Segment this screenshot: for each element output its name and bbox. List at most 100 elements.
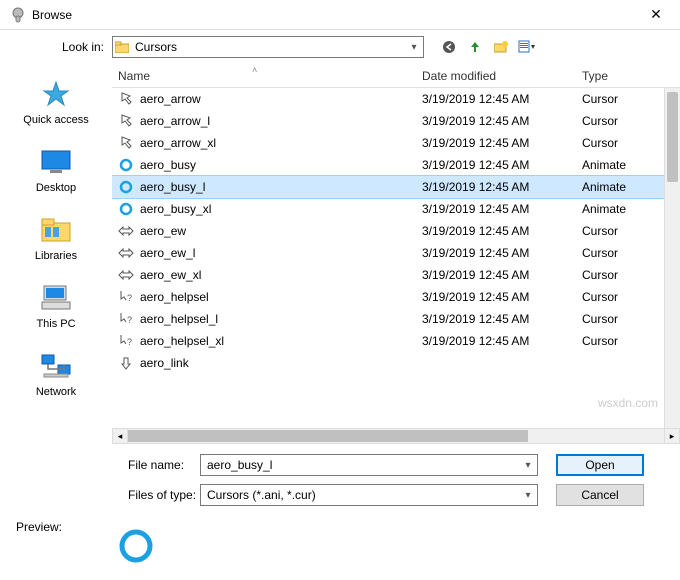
file-list: Name˄ Date modified Type aero_arrow 3/19/… bbox=[112, 64, 680, 444]
desktop-icon bbox=[38, 144, 74, 180]
file-name: aero_link bbox=[140, 356, 189, 370]
sidebar-item-this-pc[interactable]: This PC bbox=[0, 276, 112, 334]
scroll-right-arrow[interactable]: ▸ bbox=[664, 428, 680, 444]
scrollbar-thumb[interactable] bbox=[667, 92, 678, 182]
lookin-label: Look in: bbox=[0, 40, 112, 54]
lookin-value: Cursors bbox=[131, 40, 405, 54]
cursor-file-icon bbox=[118, 91, 134, 107]
vertical-scrollbar[interactable] bbox=[664, 88, 680, 428]
file-date: 3/19/2019 12:45 AM bbox=[422, 114, 582, 128]
table-row[interactable]: aero_busy3/19/2019 12:45 AMAnimate bbox=[112, 154, 680, 176]
file-name: aero_busy bbox=[140, 158, 196, 172]
file-name: aero_busy_l bbox=[140, 180, 205, 194]
watermark-text: wsxdn.com bbox=[598, 396, 658, 410]
filename-field[interactable]: aero_busy_l ▾ bbox=[200, 454, 538, 476]
new-folder-button[interactable] bbox=[490, 36, 512, 58]
cursor-file-icon bbox=[118, 201, 134, 217]
cursor-file-icon: ? bbox=[118, 311, 134, 327]
file-date: 3/19/2019 12:45 AM bbox=[422, 224, 582, 238]
file-name: aero_arrow_xl bbox=[140, 136, 216, 150]
table-row[interactable]: aero_busy_l3/19/2019 12:45 AMAnimate bbox=[112, 176, 680, 198]
sidebar-item-network[interactable]: Network bbox=[0, 344, 112, 402]
cursor-file-icon: ? bbox=[118, 289, 134, 305]
preview-image bbox=[106, 516, 166, 576]
file-type: Cursor bbox=[582, 114, 642, 128]
scroll-track[interactable] bbox=[128, 428, 664, 444]
table-row[interactable]: aero_ew_xl3/19/2019 12:45 AMCursor bbox=[112, 264, 680, 286]
libraries-icon bbox=[38, 212, 74, 248]
lookin-row: Look in: Cursors ▾ bbox=[0, 30, 680, 64]
column-date[interactable]: Date modified bbox=[422, 69, 582, 83]
back-button[interactable] bbox=[438, 36, 460, 58]
table-row[interactable]: aero_arrow3/19/2019 12:45 AMCursor bbox=[112, 88, 680, 110]
table-row[interactable]: ?aero_helpsel3/19/2019 12:45 AMCursor bbox=[112, 286, 680, 308]
sidebar-item-quick-access[interactable]: Quick access bbox=[0, 72, 112, 130]
network-icon bbox=[38, 348, 74, 384]
file-name: aero_ew bbox=[140, 224, 186, 238]
table-row[interactable]: aero_arrow_xl 3/19/2019 12:45 AMCursor bbox=[112, 132, 680, 154]
column-name[interactable]: Name˄ bbox=[112, 69, 422, 83]
close-button[interactable]: ✕ bbox=[636, 0, 676, 30]
file-name: aero_helpsel_xl bbox=[140, 334, 224, 348]
file-date: 3/19/2019 12:45 AM bbox=[422, 268, 582, 282]
file-type: Cursor bbox=[582, 312, 642, 326]
cursor-file-icon bbox=[118, 223, 134, 239]
filetype-field[interactable]: Cursors (*.ani, *.cur) ▾ bbox=[200, 484, 538, 506]
file-date: 3/19/2019 12:45 AM bbox=[422, 246, 582, 260]
cursor-file-icon: ? bbox=[118, 333, 134, 349]
window-title: Browse bbox=[32, 8, 636, 22]
table-row[interactable]: aero_ew 3/19/2019 12:45 AMCursor bbox=[112, 220, 680, 242]
scroll-left-arrow[interactable]: ◂ bbox=[112, 428, 128, 444]
up-level-button[interactable] bbox=[464, 36, 486, 58]
bottom-form: File name: aero_busy_l ▾ Open Files of t… bbox=[0, 444, 680, 510]
table-row[interactable]: aero_arrow_l 3/19/2019 12:45 AMCursor bbox=[112, 110, 680, 132]
file-date: 3/19/2019 12:45 AM bbox=[422, 202, 582, 216]
table-row[interactable]: ? aero_helpsel_xl 3/19/2019 12:45 AMCursor bbox=[112, 330, 680, 352]
file-date: 3/19/2019 12:45 AM bbox=[422, 136, 582, 150]
file-name: aero_busy_xl bbox=[140, 202, 211, 216]
chevron-down-icon: ▾ bbox=[519, 460, 537, 471]
file-name: aero_helpsel_l bbox=[140, 312, 218, 326]
cursor-file-icon bbox=[118, 157, 134, 173]
file-name: aero_arrow bbox=[140, 92, 201, 106]
cursor-file-icon bbox=[118, 267, 134, 283]
file-date: 3/19/2019 12:45 AM bbox=[422, 290, 582, 304]
list-header: Name˄ Date modified Type bbox=[112, 64, 680, 88]
preview-label: Preview: bbox=[16, 516, 106, 534]
h-scrollbar-thumb[interactable] bbox=[128, 430, 528, 442]
filetype-value: Cursors (*.ani, *.cur) bbox=[201, 488, 519, 502]
file-name: aero_helpsel bbox=[140, 290, 209, 304]
file-type: Animate bbox=[582, 180, 642, 194]
filename-label: File name: bbox=[0, 458, 200, 472]
file-name: aero_ew_xl bbox=[140, 268, 201, 282]
file-date: 3/19/2019 12:45 AM bbox=[422, 92, 582, 106]
table-row[interactable]: ?aero_helpsel_l3/19/2019 12:45 AMCursor bbox=[112, 308, 680, 330]
file-name: aero_ew_l bbox=[140, 246, 195, 260]
filetype-label: Files of type: bbox=[0, 488, 200, 502]
horizontal-scrollbar[interactable]: ◂ ▸ bbox=[112, 428, 680, 444]
main-area: Quick access Desktop Libraries This PC N… bbox=[0, 64, 680, 444]
table-row[interactable]: aero_busy_xl3/19/2019 12:45 AMAnimate bbox=[112, 198, 680, 220]
file-type: Animate bbox=[582, 158, 642, 172]
file-type: Cursor bbox=[582, 224, 642, 238]
sidebar-item-libraries[interactable]: Libraries bbox=[0, 208, 112, 266]
list-body[interactable]: aero_arrow3/19/2019 12:45 AMCursoraero_a… bbox=[112, 88, 680, 428]
file-date: 3/19/2019 12:45 AM bbox=[422, 334, 582, 348]
view-menu-button[interactable] bbox=[516, 36, 538, 58]
cancel-button[interactable]: Cancel bbox=[556, 484, 644, 506]
table-row[interactable]: aero_ew_l3/19/2019 12:45 AMCursor bbox=[112, 242, 680, 264]
lookin-combo[interactable]: Cursors ▾ bbox=[112, 36, 424, 58]
file-name: aero_arrow_l bbox=[140, 114, 210, 128]
sort-indicator-icon: ˄ bbox=[252, 65, 257, 75]
file-type: Cursor bbox=[582, 136, 642, 150]
computer-icon bbox=[38, 280, 74, 316]
file-type: Cursor bbox=[582, 334, 642, 348]
chevron-down-icon: ▾ bbox=[405, 42, 423, 53]
cursor-file-icon bbox=[118, 245, 134, 261]
sidebar-item-desktop[interactable]: Desktop bbox=[0, 140, 112, 198]
column-type[interactable]: Type bbox=[582, 69, 642, 83]
cursor-file-icon bbox=[118, 135, 134, 151]
filename-value: aero_busy_l bbox=[201, 458, 519, 472]
open-button[interactable]: Open bbox=[556, 454, 644, 476]
table-row[interactable]: aero_link bbox=[112, 352, 680, 374]
